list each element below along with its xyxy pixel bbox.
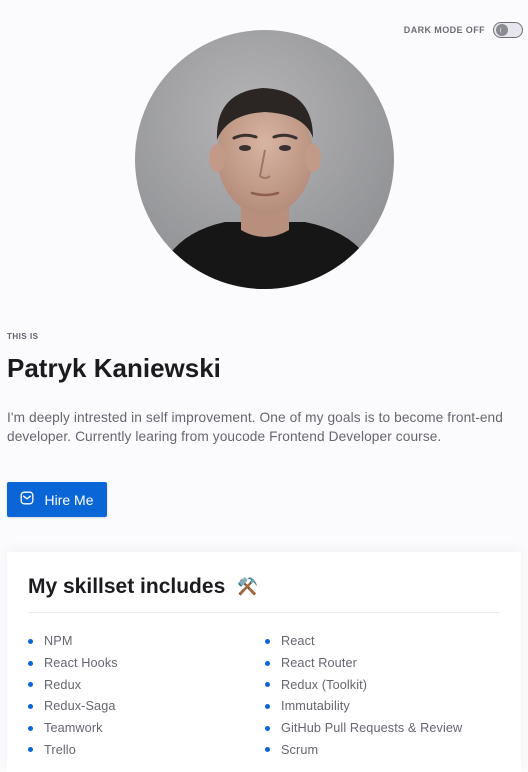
skill-item: GitHub Pull Requests & Review [265,720,502,737]
bullet-icon [28,747,33,753]
bio-text: I'm deeply intrested in self improvement… [7,409,503,444]
intro-section: THIS IS Patryk Kaniewski I'm deeply intr… [7,332,507,446]
skill-item: Teamwork [28,720,265,737]
divider [28,612,500,613]
hire-me-label: Hire Me [44,491,94,508]
page-title: Patryk Kaniewski [7,353,221,383]
bullet-icon [265,725,270,731]
skill-label: Redux [44,677,82,692]
skill-item: Immutability [265,698,502,715]
dark-mode-switch[interactable] [493,22,523,38]
skill-item: React [265,633,502,650]
switch-knob-icon [496,24,508,36]
skill-label: React [281,634,315,649]
bullet-icon [265,747,270,753]
skill-item: Scrum [265,741,502,758]
skill-label: Redux-Saga [44,699,116,714]
mail-icon [20,491,34,508]
skills-title-text: My skillset includes [28,575,226,598]
bullet-icon [28,638,33,644]
skills-card: My skillset includes ⚒️ NPM React React … [7,552,521,772]
bullet-icon [265,682,270,688]
skill-item: React Router [265,655,502,672]
skill-label: GitHub Pull Requests & Review [281,721,463,736]
bullet-icon [28,682,33,688]
skill-label: React Hooks [44,656,118,671]
skill-label: Redux (Toolkit) [281,677,368,692]
hire-me-button[interactable]: Hire Me [7,482,107,517]
profile-photo [135,30,394,289]
intro-eyebrow: THIS IS [7,332,39,341]
bullet-icon [28,725,33,731]
skill-label: NPM [44,634,73,649]
skill-label: React Router [281,656,357,671]
skill-label: Trello [44,742,76,757]
dark-mode-toggle[interactable]: DARK MODE OFF [404,22,523,38]
skill-item: Redux-Saga [28,698,265,715]
skill-label: Teamwork [44,721,103,736]
skill-item: NPM [28,633,265,650]
hammer-and-pick-icon: ⚒️ [237,577,259,596]
skill-item: Redux [28,676,265,693]
bullet-icon [265,638,270,644]
bullet-icon [265,703,270,709]
skill-label: Scrum [281,742,319,757]
bullet-icon [28,660,33,666]
bullet-icon [28,703,33,709]
skill-label: Immutability [281,699,350,714]
skills-title: My skillset includes ⚒️ [28,575,258,599]
skill-item: React Hooks [28,655,265,672]
bullet-icon [265,660,270,666]
dark-mode-label: DARK MODE OFF [403,25,485,35]
skill-item: Trello [28,741,265,758]
skills-list: NPM React React Hooks React Router Redux… [28,633,508,758]
skill-item: Redux (Toolkit) [265,676,502,693]
